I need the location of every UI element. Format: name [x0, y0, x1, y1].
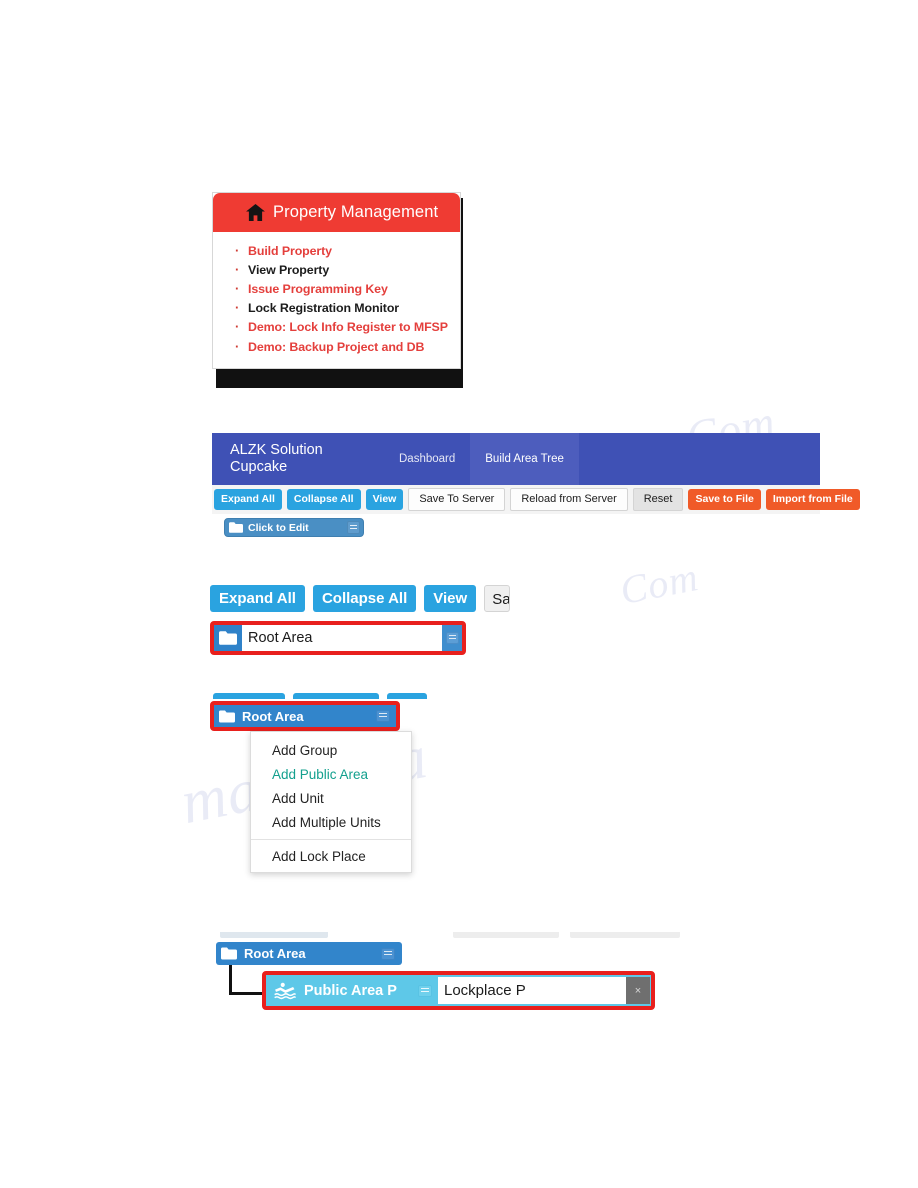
context-menu-separator	[251, 839, 411, 840]
app-brand: ALZK Solution Cupcake	[212, 433, 384, 485]
view-button[interactable]: View	[365, 489, 404, 510]
hamburger-menu-icon[interactable]	[376, 710, 390, 722]
save-to-file-button[interactable]: Save to File	[688, 489, 761, 510]
public-area-child-figure: Root Area Public Area P ×	[210, 932, 680, 1024]
context-menu-item-add-public-area[interactable]: Add Public Area	[251, 762, 411, 786]
property-management-figure: Property Management · Build Property · V…	[212, 192, 463, 388]
tree-node-root-area[interactable]: Root Area	[216, 942, 402, 965]
brand-line-2: Cupcake	[230, 459, 288, 475]
reset-button[interactable]: Reset	[632, 488, 684, 511]
tree-node-label: Root Area	[244, 946, 306, 961]
folder-icon	[219, 631, 237, 645]
lockplace-name-input[interactable]	[438, 977, 626, 1004]
stub-expand-all	[213, 693, 285, 699]
context-menu-item-add-unit[interactable]: Add Unit	[251, 786, 411, 810]
bullet-icon: ·	[235, 280, 240, 296]
root-area-edit-figure: Expand All Collapse All View Sav	[210, 585, 510, 655]
collapse-all-button[interactable]: Collapse All	[312, 585, 417, 612]
context-menu-item-add-lock-place[interactable]: Add Lock Place	[251, 844, 411, 868]
highlight-box-root-area-edit	[210, 621, 466, 655]
menu-item-label: View Property	[248, 262, 330, 277]
menu-item-label: Demo: Backup Project and DB	[248, 339, 425, 354]
swimmer-pool-icon	[274, 982, 296, 999]
bullet-icon: ·	[235, 300, 240, 316]
tree-node-root-area[interactable]: Root Area	[214, 705, 396, 727]
folder-icon	[229, 522, 243, 533]
menu-item-label: Issue Programming Key	[248, 281, 388, 296]
context-menu: Add Group Add Public Area Add Unit Add M…	[250, 731, 412, 873]
folder-icon	[221, 947, 237, 960]
expand-all-button[interactable]: Expand All	[210, 585, 305, 612]
stub-right	[570, 932, 680, 938]
menu-item-build-property[interactable]: · Build Property	[213, 241, 460, 260]
node-menu-cell[interactable]	[442, 625, 462, 651]
menu-item-demo-backup-project[interactable]: · Demo: Backup Project and DB	[213, 337, 460, 356]
tree-node-label: Root Area	[242, 708, 304, 724]
menu-item-label: Build Property	[248, 243, 332, 258]
root-area-context-menu-figure: Root Area Add Group Add Public Area Add …	[210, 693, 470, 873]
menu-item-label: Demo: Lock Info Register to MFSP	[248, 320, 448, 335]
menu-item-issue-programming-key[interactable]: · Issue Programming Key	[213, 279, 460, 298]
tree-node-label: Public Area P	[304, 982, 397, 999]
tree-node-root-area-editing[interactable]	[214, 625, 462, 651]
stub-view	[387, 693, 427, 699]
nav-tabs: Dashboard Build Area Tree	[384, 433, 579, 485]
stub-left	[220, 932, 328, 938]
property-menu-list: · Build Property · View Property · Issue…	[213, 232, 460, 369]
bullet-icon: ·	[235, 338, 240, 354]
tree-node-public-area[interactable]: Public Area P ×	[266, 975, 651, 1006]
page-title: Property Management	[273, 203, 439, 221]
home-icon	[246, 204, 265, 221]
truncated-toolbar-stubs	[213, 693, 470, 699]
pool-icon-cell	[266, 975, 304, 1006]
tab-build-area-tree[interactable]: Build Area Tree	[470, 433, 579, 485]
bullet-icon: ·	[235, 261, 240, 277]
highlight-box-public-area-node: Public Area P ×	[262, 971, 655, 1010]
context-menu-item-add-group[interactable]: Add Group	[251, 738, 411, 762]
root-area-name-input[interactable]	[242, 625, 442, 651]
hamburger-menu-icon[interactable]	[445, 632, 459, 644]
import-from-file-button[interactable]: Import from File	[765, 489, 860, 510]
close-icon[interactable]: ×	[626, 977, 650, 1004]
tree-node-click-to-edit[interactable]: Click to Edit	[224, 518, 364, 537]
collapse-all-button[interactable]: Collapse All	[286, 489, 361, 510]
toolbar-buttons-row: Expand All Collapse All View Sav	[210, 585, 510, 612]
brand-line-1: ALZK Solution	[230, 442, 323, 458]
folder-icon	[219, 710, 235, 722]
truncated-elements-above	[210, 932, 680, 939]
save-to-server-button-truncated[interactable]: Sav	[484, 585, 510, 612]
folder-icon-cell	[214, 625, 242, 651]
tab-label: Dashboard	[399, 453, 456, 465]
hamburger-menu-icon[interactable]	[347, 521, 360, 534]
expand-all-button[interactable]: Expand All	[214, 489, 282, 510]
reload-from-server-button[interactable]: Reload from Server	[510, 488, 628, 511]
app-navbar: ALZK Solution Cupcake Dashboard Build Ar…	[212, 433, 820, 485]
menu-item-view-property[interactable]: · View Property	[213, 260, 460, 279]
watermark-text-mid: Com	[616, 553, 703, 614]
bullet-icon: ·	[235, 319, 240, 335]
build-area-tree-app-figure: ALZK Solution Cupcake Dashboard Build Ar…	[212, 433, 860, 544]
bullet-icon: ·	[235, 242, 240, 258]
highlight-box-root-area-node: Root Area	[210, 701, 400, 731]
context-menu-item-add-multiple-units[interactable]: Add Multiple Units	[251, 810, 411, 834]
tree-node-label: Click to Edit	[248, 521, 309, 534]
menu-item-label: Lock Registration Monitor	[248, 301, 400, 316]
view-button[interactable]: View	[424, 585, 477, 612]
hamburger-menu-icon[interactable]	[418, 984, 432, 997]
tree-toolbar: Expand All Collapse All View Save To Ser…	[212, 485, 860, 514]
tree-area: Click to Edit	[212, 514, 820, 544]
hamburger-menu-icon[interactable]	[381, 947, 395, 960]
property-management-header: Property Management	[213, 193, 460, 232]
tab-dashboard[interactable]: Dashboard	[384, 433, 470, 485]
stub-mid	[453, 932, 559, 938]
menu-item-lock-registration-monitor[interactable]: · Lock Registration Monitor	[213, 299, 460, 318]
tab-label: Build Area Tree	[485, 453, 564, 465]
property-management-card: Property Management · Build Property · V…	[212, 192, 461, 370]
stub-collapse-all	[293, 693, 379, 699]
menu-item-demo-lock-info-register[interactable]: · Demo: Lock Info Register to MFSP	[213, 318, 460, 337]
save-to-server-button[interactable]: Save To Server	[408, 488, 506, 511]
